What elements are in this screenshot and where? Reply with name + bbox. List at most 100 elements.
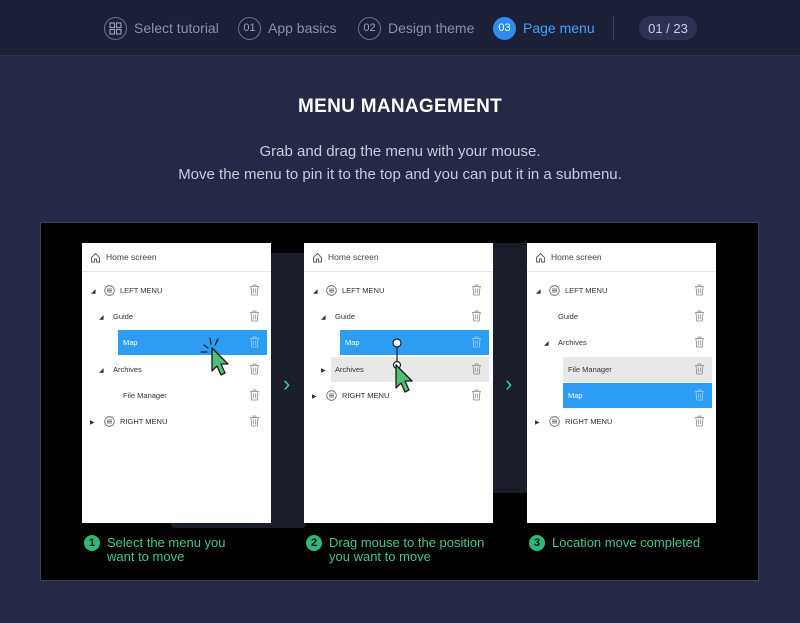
- menu-row-label: Guide: [558, 312, 579, 321]
- menu-card-step3: Home screen ◢ LEFT MENU Guide ◢ Archives…: [527, 243, 716, 523]
- menu-row-guide[interactable]: ◢ Guide: [82, 304, 271, 330]
- menu-list-icon: [104, 285, 115, 296]
- step-number: 01: [238, 16, 261, 40]
- menu-row-label: Map: [345, 338, 360, 347]
- trash-icon: [472, 284, 481, 296]
- step-page-menu[interactable]: 03 Page menu: [493, 16, 595, 40]
- menu-row-label: RIGHT MENU: [120, 417, 168, 426]
- menu-row-label: LEFT MENU: [565, 286, 608, 295]
- menu-row-label: RIGHT MENU: [342, 391, 390, 400]
- menu-row-map[interactable]: Map: [527, 383, 716, 409]
- step-label: Design theme: [388, 20, 475, 36]
- caption-line: Location move completed: [552, 535, 701, 550]
- expand-icon: ▶: [321, 368, 326, 374]
- trash-icon: [472, 310, 481, 322]
- card-header-title: Home screen: [106, 252, 157, 262]
- menu-row-right-menu[interactable]: ▶ RIGHT MENU: [527, 409, 716, 435]
- expand-icon: ▶: [535, 420, 540, 426]
- card-header: Home screen: [527, 243, 716, 272]
- collapse-icon: ◢: [536, 289, 541, 295]
- trash-icon: [695, 284, 704, 296]
- caption-line: Drag mouse to the position: [329, 535, 485, 550]
- menu-row-label: File Manager: [568, 365, 612, 374]
- card-header: Home screen: [304, 243, 493, 272]
- menu-row-label: Map: [123, 338, 138, 347]
- menu-row-archives[interactable]: ◢ Archives: [527, 330, 716, 356]
- step-number: 03: [493, 16, 516, 40]
- step-label: Page menu: [523, 20, 595, 36]
- menu-row-map[interactable]: Map: [82, 330, 271, 356]
- step-label: App basics: [268, 20, 337, 36]
- step-app-basics[interactable]: 01 App basics: [238, 16, 336, 40]
- caption-line: Select the menu you: [107, 535, 226, 550]
- menu-row-left-menu[interactable]: ◢ LEFT MENU: [82, 278, 271, 304]
- trash-icon: [695, 415, 704, 427]
- menu-row-label: Archives: [113, 365, 142, 374]
- tutorial-top-bar: Select tutorial 01 App basics 02 Design …: [0, 0, 800, 56]
- step-label: Select tutorial: [134, 20, 219, 36]
- trash-icon: [472, 336, 481, 348]
- menu-row-label: Guide: [335, 312, 356, 321]
- menu-card-step2: Home screen ◢ LEFT MENU ◢ Guide Map ▶ Ar…: [304, 243, 493, 523]
- page-description: Grab and drag the menu with your mouse. …: [0, 140, 800, 186]
- home-icon: [536, 252, 545, 262]
- trash-icon: [250, 415, 259, 427]
- caption-line: want to move: [107, 549, 185, 564]
- divider: [613, 16, 614, 40]
- step-caption-3: 3 Location move completed: [529, 535, 700, 551]
- menu-list-icon: [549, 416, 560, 427]
- drag-cursor-icon: [395, 364, 413, 393]
- page-title: MENU MANAGEMENT: [298, 96, 502, 117]
- menu-list-icon: [549, 285, 560, 296]
- trash-icon: [695, 389, 704, 401]
- menu-row-guide[interactable]: ◢ Guide: [304, 304, 493, 330]
- trash-icon: [250, 336, 259, 348]
- page-counter: 01 / 23: [639, 16, 697, 40]
- menu-row-label: LEFT MENU: [342, 286, 385, 295]
- step-number-badge: 1: [84, 535, 100, 551]
- trash-icon: [250, 363, 259, 375]
- menu-row-file-manager[interactable]: File Manager: [527, 357, 716, 383]
- menu-card-step1: Home screen ◢ LEFT MENU ◢ Guide Map ◢ Ar…: [82, 243, 271, 523]
- step-design-theme[interactable]: 02 Design theme: [358, 16, 474, 40]
- menu-row-right-menu[interactable]: ▶ RIGHT MENU: [82, 409, 271, 435]
- trash-icon: [250, 284, 259, 296]
- card-header: Home screen: [82, 243, 271, 272]
- step-caption-1: 1 Select the menu you want to move: [84, 535, 226, 564]
- menu-row-label: Guide: [113, 312, 134, 321]
- menu-row-label: File Manager: [123, 391, 167, 400]
- menu-row-label: Archives: [335, 365, 364, 374]
- caption-text: Select the menu you want to move: [107, 536, 226, 564]
- next-step-arrow-icon: ›: [505, 371, 513, 396]
- collapse-icon: ◢: [99, 315, 104, 321]
- caption-text: Location move completed: [552, 536, 700, 550]
- menu-row-left-menu[interactable]: ◢ LEFT MENU: [304, 278, 493, 304]
- trash-icon: [472, 363, 481, 375]
- menu-row-label: LEFT MENU: [120, 286, 163, 295]
- collapse-icon: ◢: [99, 368, 104, 374]
- demo-illustration: Home screen ◢ LEFT MENU ◢ Guide Map ◢ Ar…: [40, 222, 759, 581]
- menu-row-left-menu[interactable]: ◢ LEFT MENU: [527, 278, 716, 304]
- trash-icon: [250, 310, 259, 322]
- menu-row-guide[interactable]: Guide: [527, 304, 716, 330]
- collapse-icon: ◢: [544, 341, 549, 347]
- trash-icon: [250, 389, 259, 401]
- menu-row-archives[interactable]: ◢ Archives: [82, 357, 271, 383]
- menu-row-label: Archives: [558, 338, 587, 347]
- expand-icon: ▶: [312, 394, 317, 400]
- menu-row-file-manager[interactable]: File Manager: [82, 383, 271, 409]
- expand-icon: ▶: [90, 420, 95, 426]
- collapse-icon: ◢: [313, 289, 318, 295]
- caption-text: Drag mouse to the position you want to m…: [329, 536, 484, 564]
- click-cursor-icon: [200, 337, 229, 376]
- menu-list-icon: [104, 416, 115, 427]
- step-number-badge: 3: [529, 535, 545, 551]
- home-icon: [91, 252, 100, 262]
- trash-icon: [695, 363, 704, 375]
- step-select-tutorial[interactable]: Select tutorial: [104, 16, 219, 40]
- caption-line: you want to move: [329, 549, 431, 564]
- grid-icon: [104, 16, 127, 40]
- menu-row-label: Map: [568, 391, 583, 400]
- description-line: Grab and drag the menu with your mouse.: [259, 143, 541, 160]
- trash-icon: [695, 310, 704, 322]
